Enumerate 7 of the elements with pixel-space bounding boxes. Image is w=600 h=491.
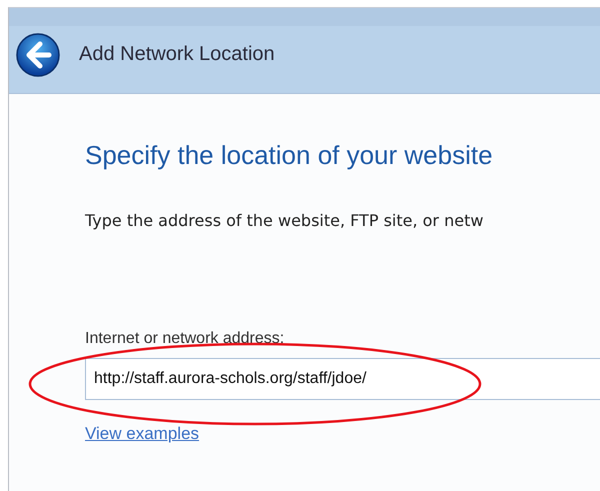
- address-field[interactable]: http://staff.aurora-schols.org/staff/jdoe/: [85, 358, 600, 400]
- view-examples-link[interactable]: View examples: [85, 424, 200, 444]
- back-button[interactable]: [15, 32, 61, 78]
- description-text: Type the address of the website, FTP site, or netw: [85, 211, 484, 230]
- address-label: Internet or network address:: [85, 330, 286, 348]
- window-title: Add Network Location: [79, 43, 275, 66]
- page-heading: Specify the location of your website: [85, 139, 494, 171]
